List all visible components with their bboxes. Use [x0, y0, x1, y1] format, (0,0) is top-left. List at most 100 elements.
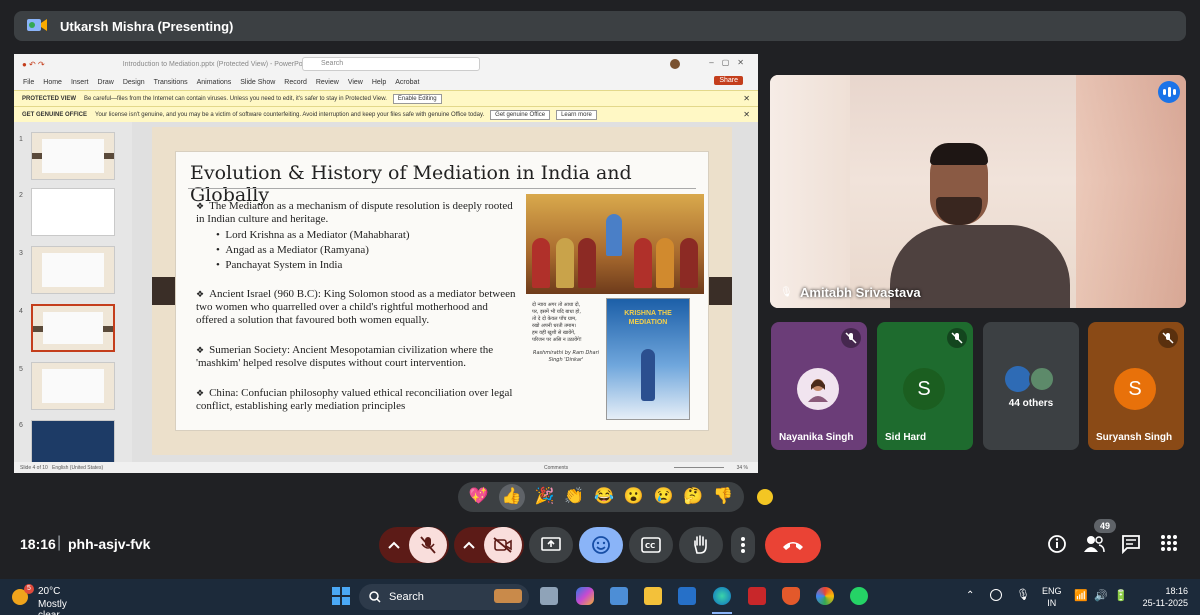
- reaction-clap[interactable]: 👏: [564, 489, 584, 505]
- reaction-party[interactable]: 🎉: [535, 489, 555, 505]
- people-button[interactable]: [1083, 534, 1105, 559]
- slide-thumbnail[interactable]: [31, 362, 115, 410]
- comments-button[interactable]: Comments: [544, 465, 568, 471]
- ppt-search-input[interactable]: Search: [302, 57, 480, 71]
- widgets-icon[interactable]: [494, 589, 522, 603]
- menu-file[interactable]: File: [23, 79, 34, 86]
- chat-button[interactable]: [1121, 534, 1141, 559]
- get-genuine-button[interactable]: Get genuine Office: [490, 109, 551, 120]
- language-indicator[interactable]: ENG IN: [1042, 585, 1062, 609]
- chevron-up-icon[interactable]: [379, 541, 409, 549]
- slide-thumbnail[interactable]: [31, 246, 115, 294]
- reaction-laugh[interactable]: 😂: [594, 489, 614, 505]
- thumb-number: 5: [19, 366, 23, 373]
- share-button[interactable]: Share: [714, 76, 743, 85]
- speaking-indicator-icon: [1158, 81, 1180, 103]
- enable-editing-button[interactable]: Enable Editing: [392, 93, 442, 104]
- menu-record[interactable]: Record: [284, 79, 307, 86]
- participant-video-main[interactable]: 🎙 Amitabh Srivastava: [770, 75, 1186, 308]
- close-icon[interactable]: ✕: [743, 94, 750, 103]
- slide-thumbnail[interactable]: [31, 132, 115, 180]
- genuine-office-message: Your license isn't genuine, and you may …: [95, 111, 485, 118]
- task-view-icon[interactable]: [540, 587, 558, 605]
- menu-slideshow[interactable]: Slide Show: [240, 79, 275, 86]
- slide-thumbnail[interactable]: [31, 188, 115, 236]
- participant-tile[interactable]: S Sid Hard: [877, 322, 973, 450]
- ppt-status-bar: Slide 4 of 10 English (United States) Co…: [14, 462, 758, 473]
- emoji-reactions-button[interactable]: [579, 527, 623, 563]
- menu-insert[interactable]: Insert: [71, 79, 89, 86]
- chrome-icon[interactable]: [816, 587, 834, 605]
- reaction-thinking[interactable]: 🤔: [683, 489, 703, 505]
- mic-off-button[interactable]: [409, 527, 447, 563]
- brave-icon[interactable]: [782, 587, 800, 605]
- others-tile[interactable]: 44 others: [983, 322, 1079, 450]
- store-icon[interactable]: [610, 587, 628, 605]
- menu-view[interactable]: View: [348, 79, 363, 86]
- chat-icon: [1122, 535, 1140, 555]
- skin-tone-selector[interactable]: [757, 489, 773, 505]
- reaction-heart[interactable]: 💖: [469, 489, 489, 505]
- presenter-title: Utkarsh Mishra (Presenting): [60, 18, 234, 34]
- zoom-slider[interactable]: [674, 467, 724, 468]
- menu-home[interactable]: Home: [43, 79, 62, 86]
- camera-control-group: [454, 527, 524, 563]
- menu-help[interactable]: Help: [372, 79, 386, 86]
- clock-date: 25-11-2025: [1142, 598, 1188, 608]
- learn-more-button[interactable]: Learn more: [556, 109, 597, 120]
- reaction-surprised[interactable]: 😮: [624, 489, 644, 505]
- slide-bullet: ❖ China: Confucian philosophy valued ethi…: [196, 387, 518, 413]
- wifi-icon[interactable]: 📶: [1074, 589, 1088, 602]
- chevron-up-icon[interactable]: [454, 541, 484, 549]
- volume-icon[interactable]: 🔊: [1094, 589, 1108, 602]
- slide-thumbnail-selected[interactable]: [31, 304, 115, 352]
- menu-review[interactable]: Review: [316, 79, 339, 86]
- app-icon[interactable]: [678, 587, 696, 605]
- slide-canvas: Evolution & History of Mediation in Indi…: [132, 122, 758, 462]
- reaction-thumbs-down[interactable]: 👎: [713, 489, 733, 505]
- system-clock[interactable]: 18:16 25-11-2025: [1143, 585, 1188, 609]
- raise-hand-button[interactable]: [679, 527, 723, 563]
- whatsapp-icon[interactable]: [850, 587, 868, 605]
- menu-animations[interactable]: Animations: [197, 79, 232, 86]
- copilot-icon[interactable]: [576, 587, 594, 605]
- captions-button[interactable]: CC: [629, 527, 673, 563]
- slide-thumbnail[interactable]: [31, 420, 115, 468]
- activities-button[interactable]: [1160, 534, 1178, 557]
- battery-icon[interactable]: 🔋: [1114, 589, 1128, 602]
- windows-start-icon[interactable]: [332, 587, 350, 605]
- sync-icon[interactable]: [990, 589, 1002, 601]
- krishna-painting-image: [526, 194, 704, 294]
- edge-icon[interactable]: [713, 587, 731, 605]
- more-options-button[interactable]: [731, 527, 755, 563]
- slide-content-card: Evolution & History of Mediation in Indi…: [175, 151, 709, 431]
- zoom-level[interactable]: 34 %: [737, 465, 748, 471]
- active-app-indicator: [712, 612, 732, 614]
- chevron-up-icon[interactable]: ⌃: [966, 590, 974, 601]
- close-icon[interactable]: ✕: [743, 110, 750, 119]
- thumb-number: 1: [19, 136, 23, 143]
- menu-acrobat[interactable]: Acrobat: [395, 79, 419, 86]
- diamond-bullet-icon: ❖: [196, 345, 205, 355]
- avatar: S: [903, 368, 945, 410]
- leave-call-button[interactable]: [765, 527, 821, 563]
- camera-off-button[interactable]: [484, 527, 522, 563]
- window-controls-icon[interactable]: –▢✕: [709, 58, 752, 67]
- mic-icon[interactable]: 🎙: [1016, 588, 1030, 601]
- reaction-thumbs-up[interactable]: 👍: [498, 484, 525, 510]
- menu-draw[interactable]: Draw: [97, 79, 113, 86]
- participant-tile[interactable]: S Suryansh Singh: [1088, 322, 1184, 450]
- present-screen-button[interactable]: [529, 527, 573, 563]
- mic-off-icon: [947, 328, 967, 348]
- reaction-sad[interactable]: 😢: [654, 489, 674, 505]
- mic-off-icon: [841, 328, 861, 348]
- app-icon[interactable]: [748, 587, 766, 605]
- participant-tile[interactable]: Nayanika Singh: [771, 322, 867, 450]
- reactions-bar: 💖 👍 🎉 👏 😂 😮 😢 🤔 👎: [458, 482, 744, 512]
- meeting-info-button[interactable]: [1047, 534, 1067, 559]
- menu-transitions[interactable]: Transitions: [154, 79, 188, 86]
- file-explorer-icon[interactable]: [644, 587, 662, 605]
- ppt-avatar[interactable]: [670, 59, 680, 69]
- menu-design[interactable]: Design: [123, 79, 145, 86]
- thumb-number: 6: [19, 422, 23, 429]
